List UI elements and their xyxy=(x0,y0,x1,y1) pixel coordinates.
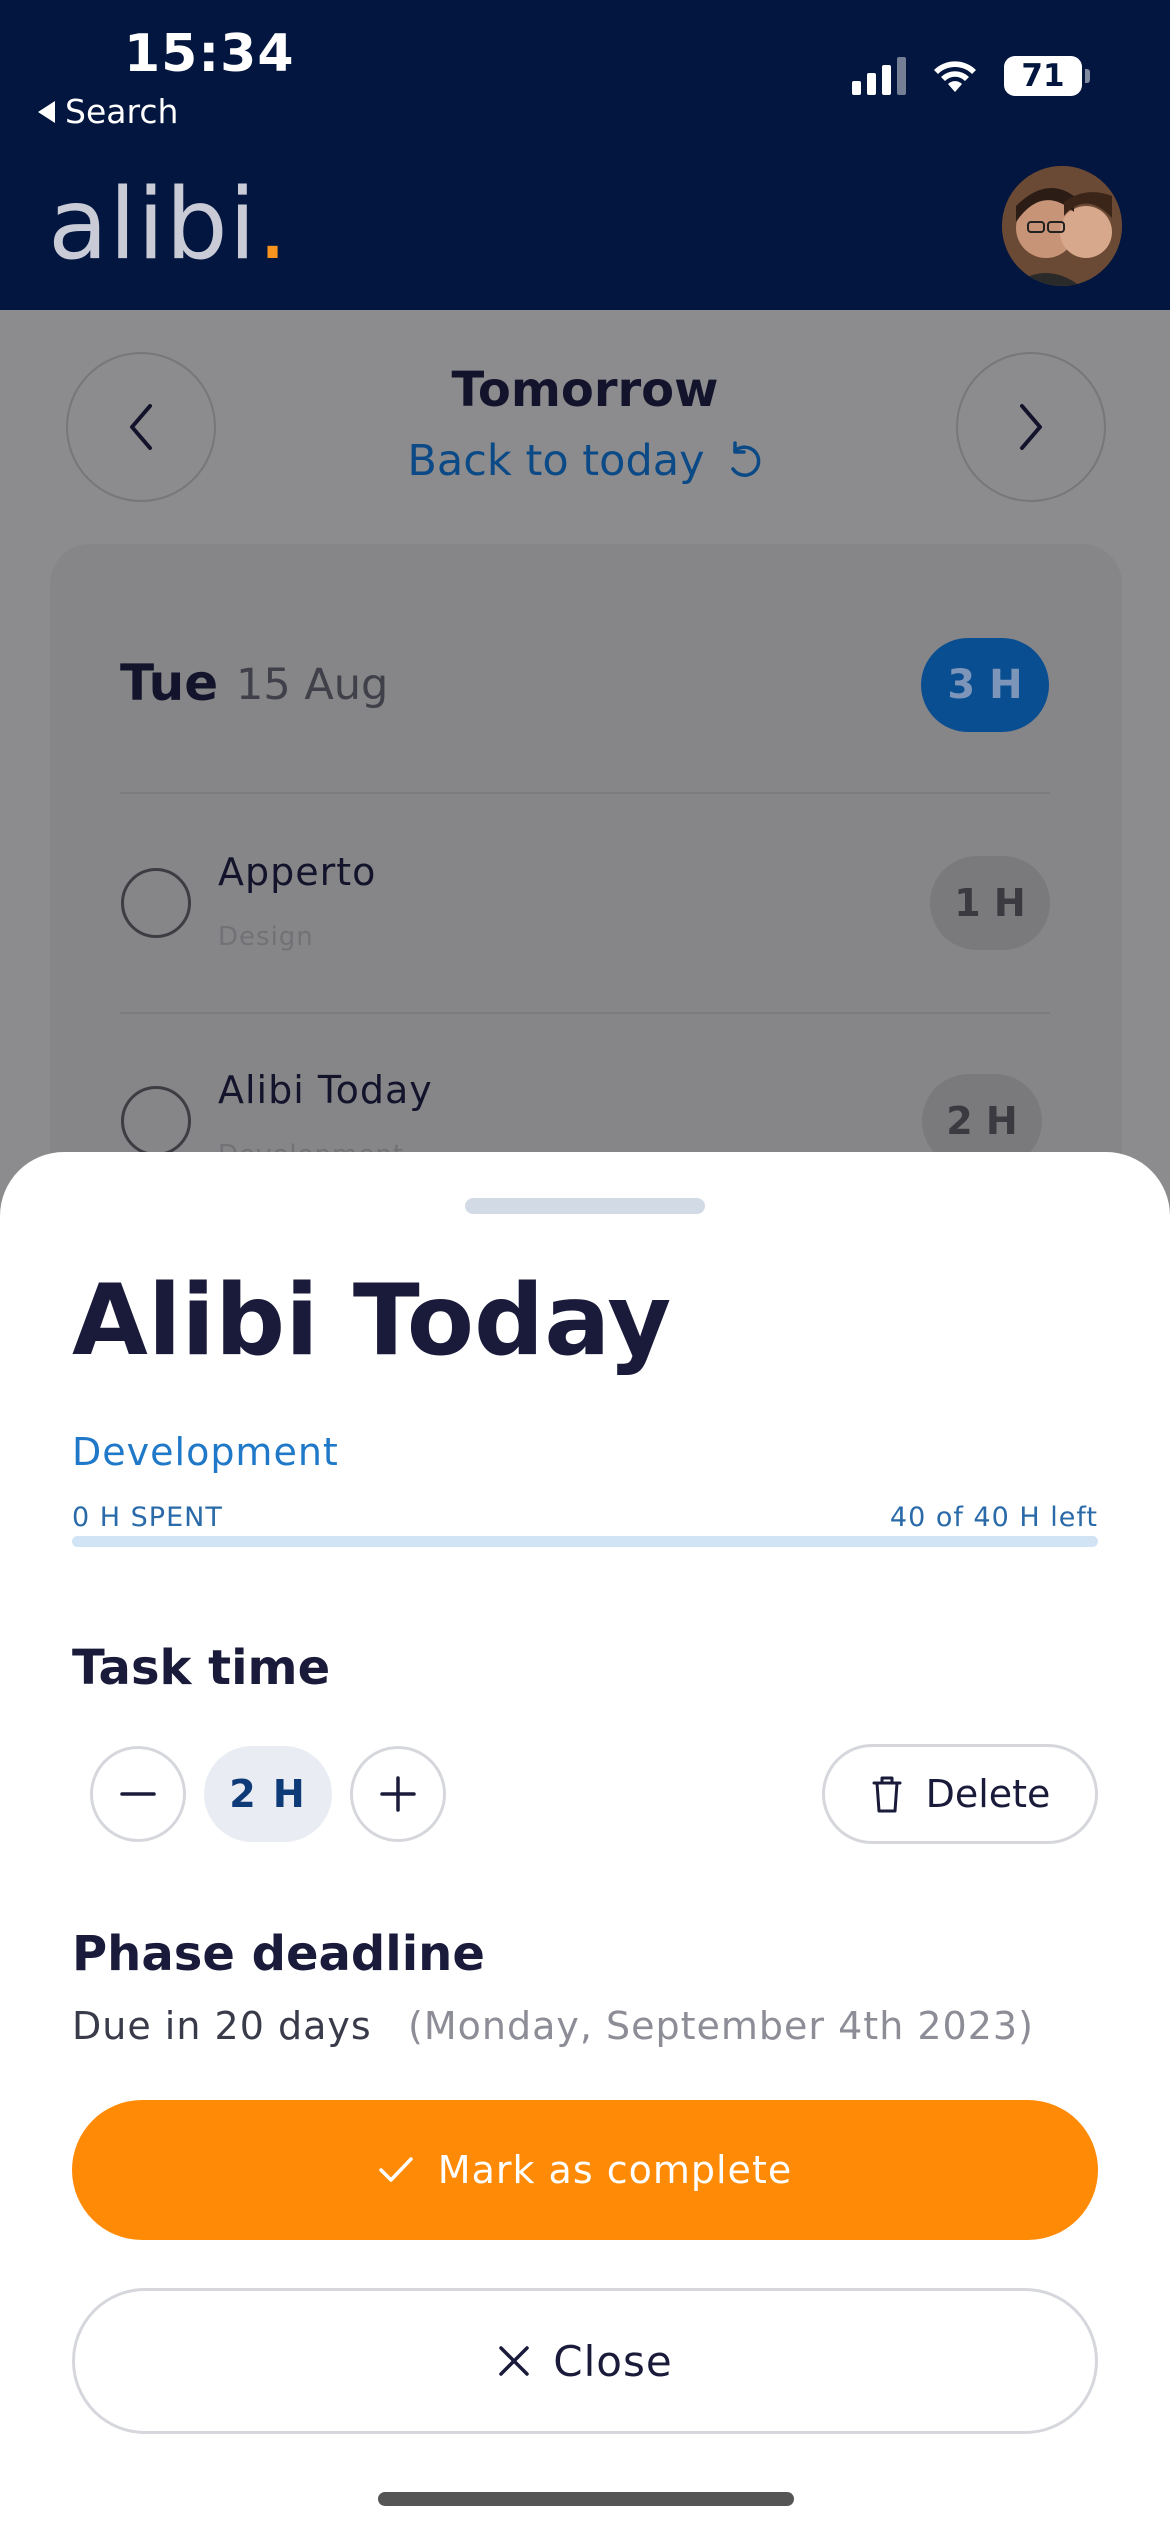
divider xyxy=(120,1012,1050,1014)
user-avatar[interactable] xyxy=(1002,166,1122,286)
close-button[interactable]: Close xyxy=(72,2288,1098,2434)
wifi-icon xyxy=(934,61,976,92)
day-name: Tue xyxy=(120,654,219,712)
mark-complete-label: Mark as complete xyxy=(437,2148,793,2192)
status-time: 15:34 xyxy=(124,24,295,84)
back-arrow-icon xyxy=(38,100,55,123)
status-icons: 71 xyxy=(852,56,1090,96)
task-name[interactable]: Apperto xyxy=(218,850,376,894)
task-phase: Design xyxy=(218,922,314,952)
mark-complete-button[interactable]: Mark as complete xyxy=(72,2100,1098,2240)
undo-icon xyxy=(730,441,760,477)
back-to-today-label: Back to today xyxy=(407,436,705,486)
app-logo: alibi. xyxy=(48,168,290,282)
close-icon xyxy=(499,2346,530,2376)
increase-time-button[interactable] xyxy=(350,1746,446,1842)
day-total-hours-badge: 3 H xyxy=(921,638,1049,732)
trash-icon xyxy=(872,1776,902,1813)
decrease-time-button[interactable] xyxy=(90,1746,186,1842)
sheet-title: Alibi Today xyxy=(72,1264,672,1378)
divider xyxy=(120,792,1050,794)
checkmark-icon xyxy=(379,2157,413,2182)
hours-left: 40 of 40 H left xyxy=(889,1502,1098,1533)
battery-icon: 71 xyxy=(1004,56,1090,96)
minus-icon xyxy=(120,1792,156,1796)
cellular-signal-icon xyxy=(852,57,906,95)
due-in-text: Due in 20 days xyxy=(72,2004,372,2048)
day-date: 15 Aug xyxy=(236,660,389,710)
sheet-grabber[interactable] xyxy=(465,1198,705,1214)
task-hours-badge: 1 H xyxy=(930,856,1050,950)
plus-icon xyxy=(380,1776,416,1812)
close-label: Close xyxy=(553,2336,673,2386)
back-to-today-link[interactable]: Back to today xyxy=(0,436,1170,486)
task-name[interactable]: Alibi Today xyxy=(218,1068,433,1112)
delete-label: Delete xyxy=(925,1772,1051,1816)
task-time-heading: Task time xyxy=(72,1640,331,1696)
task-checkbox[interactable] xyxy=(121,868,191,938)
due-date-text: (Monday, September 4th 2023) xyxy=(408,2004,1034,2048)
phase-progress-bar xyxy=(72,1536,1098,1547)
delete-button[interactable]: Delete xyxy=(822,1744,1098,1844)
back-to-search-button[interactable]: Search xyxy=(38,92,178,131)
app-header: 15:34 Search 71 alibi. xyxy=(0,0,1170,310)
battery-level: 71 xyxy=(1004,56,1082,96)
deadline-heading: Phase deadline xyxy=(72,1926,485,1982)
task-time-value: 2 H xyxy=(204,1746,332,1842)
phase-name: Development xyxy=(72,1430,339,1474)
task-checkbox[interactable] xyxy=(121,1086,191,1156)
back-search-label: Search xyxy=(65,92,179,131)
home-indicator xyxy=(378,2492,794,2506)
hours-spent: 0 H SPENT xyxy=(72,1502,223,1533)
